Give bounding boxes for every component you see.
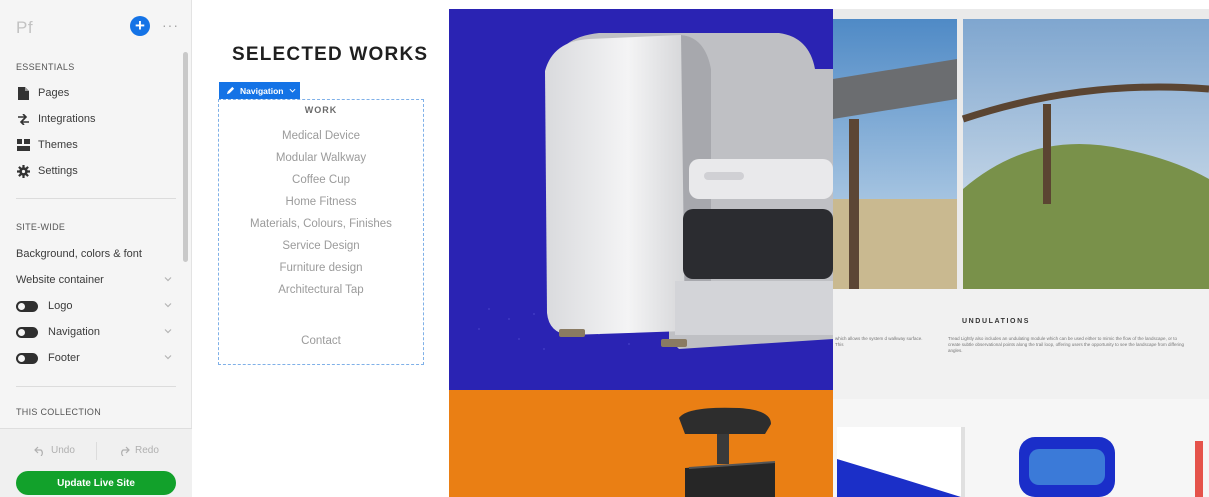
navigation-toggle[interactable]: [16, 326, 38, 338]
footer-toggle-item[interactable]: Footer: [16, 347, 174, 369]
nav-link-coffee-cup[interactable]: Coffee Cup: [218, 174, 424, 186]
footer-toggle[interactable]: [16, 352, 38, 364]
undo-button[interactable]: Undo: [34, 445, 75, 456]
chevron-down-icon: [164, 355, 172, 360]
nav-link-architectural-tap[interactable]: Architectural Tap: [218, 284, 424, 296]
navigation-toggle-item[interactable]: Navigation: [16, 321, 174, 343]
sidebar-item-label: Website container: [16, 274, 104, 286]
sidebar-item-label: Navigation: [48, 326, 100, 338]
update-live-site-button[interactable]: Update Live Site: [16, 471, 176, 495]
themes-icon: [16, 138, 30, 152]
redo-label: Redo: [135, 445, 159, 456]
undulations-title: UNDULATIONS: [962, 318, 1031, 325]
nav-heading-work[interactable]: WORK: [218, 105, 424, 115]
app-logo: Pf: [16, 18, 34, 37]
logo-toggle-item[interactable]: Logo: [16, 295, 174, 317]
sidebar-item-pages[interactable]: Pages: [16, 82, 174, 104]
sidebar-scrollbar[interactable]: [183, 52, 188, 262]
background-colors-font-item[interactable]: Background, colors & font: [16, 243, 174, 265]
sidebar-item-label: Themes: [38, 139, 78, 151]
essentials-heading: ESSENTIALS: [16, 62, 75, 72]
medical-device-illustration: [478, 33, 833, 350]
nav-link-contact[interactable]: Contact: [218, 335, 424, 347]
integrations-icon: [16, 112, 30, 126]
navigation-edit-chip[interactable]: Navigation: [219, 82, 300, 99]
collection-heading: THIS COLLECTION: [16, 407, 102, 417]
project-modular-walkway-image[interactable]: [833, 9, 1209, 497]
sidebar-footer: Undo Redo Update Live Site: [0, 428, 192, 497]
sitewide-heading: SITE-WIDE: [16, 222, 66, 232]
chevron-down-icon: [289, 88, 296, 93]
sidebar-item-label: Background, colors & font: [16, 248, 142, 260]
sidebar-item-label: Logo: [48, 300, 73, 312]
walkway-collage: [833, 19, 1209, 497]
sidebar-item-label: Footer: [48, 352, 80, 364]
sidebar-item-label: Settings: [38, 165, 78, 177]
sidebar-item-label: Pages: [38, 87, 70, 99]
chevron-down-icon: [164, 329, 172, 334]
pencil-icon: [226, 86, 235, 95]
sidebar-divider: [16, 198, 176, 199]
pages-icon: [16, 86, 30, 100]
gear-icon: [16, 164, 30, 178]
nav-link-home-fitness[interactable]: Home Fitness: [218, 196, 424, 208]
furniture-illustration: [679, 407, 776, 497]
add-button[interactable]: +: [130, 16, 150, 36]
logo-toggle[interactable]: [16, 300, 38, 312]
redo-button[interactable]: Redo: [118, 445, 159, 456]
sidebar-item-themes[interactable]: Themes: [16, 134, 174, 156]
sidebar-item-label: Integrations: [38, 113, 96, 125]
page-title[interactable]: SELECTED WORKS: [232, 44, 428, 66]
sidebar-item-integrations[interactable]: Integrations: [16, 108, 174, 130]
undo-redo-divider: [96, 442, 97, 460]
nav-link-furniture-design[interactable]: Furniture design: [218, 262, 424, 274]
navigation-chip-label: Navigation: [240, 85, 284, 96]
undo-label: Undo: [51, 445, 75, 456]
sidebar-divider: [16, 386, 176, 387]
nav-link-medical-device[interactable]: Medical Device: [218, 130, 424, 142]
nav-link-materials[interactable]: Materials, Colours, Finishes: [218, 218, 424, 230]
website-container-item[interactable]: Website container: [16, 269, 174, 291]
redo-icon: [121, 446, 130, 456]
nav-link-modular-walkway[interactable]: Modular Walkway: [218, 152, 424, 164]
chevron-down-icon: [164, 303, 172, 308]
chevron-down-icon: [164, 277, 172, 282]
undo-icon: [34, 446, 43, 456]
sidebar-item-settings[interactable]: Settings: [16, 160, 174, 182]
sidebar: Pf + ··· ESSENTIALS Pages Integrations T…: [0, 0, 192, 497]
nav-link-service-design[interactable]: Service Design: [218, 240, 424, 252]
project-furniture-image[interactable]: [449, 390, 833, 497]
project-medical-device-image[interactable]: [449, 9, 833, 390]
undulations-description: Tread Lightly also includes an undulatin…: [948, 336, 1184, 353]
more-options-icon[interactable]: ···: [162, 17, 179, 33]
undulations-description-left: which allows the system d walkway surfac…: [835, 336, 923, 347]
